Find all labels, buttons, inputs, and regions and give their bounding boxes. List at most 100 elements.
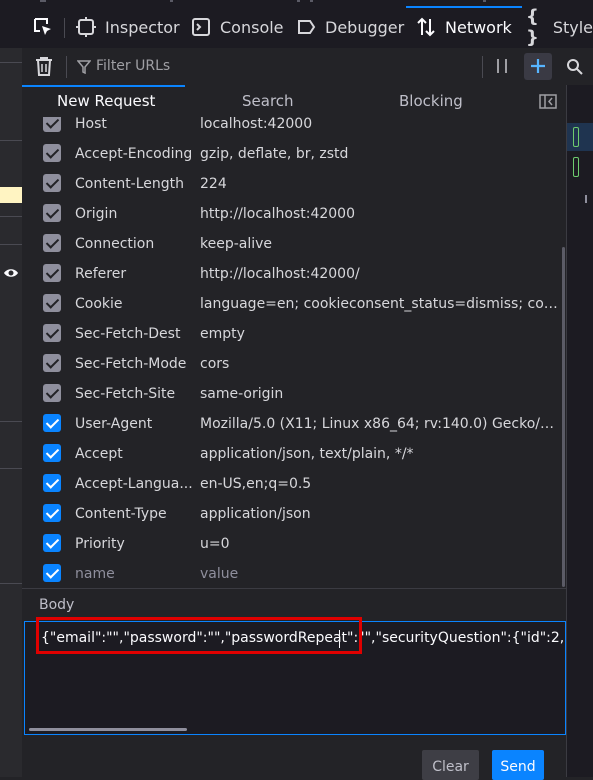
header-name[interactable]: Priority	[75, 529, 193, 559]
header-row: Sec-Fetch-Mode cors	[22, 349, 566, 379]
strip-mark	[40, 0, 46, 2]
header-name[interactable]: User-Agent	[75, 409, 193, 439]
header-name[interactable]: Referer	[75, 259, 193, 289]
header-name[interactable]: Connection	[75, 229, 193, 259]
divider	[0, 216, 22, 217]
header-value[interactable]: Mozilla/5.0 (X11; Linux x86_64; rv:140.0…	[200, 409, 562, 439]
header-value[interactable]: localhost:42000	[200, 117, 562, 139]
header-row: Host localhost:42000	[22, 117, 566, 139]
selected-request-row[interactable]	[567, 123, 593, 151]
header-name[interactable]: Sec-Fetch-Site	[75, 379, 193, 409]
header-name[interactable]: name	[75, 559, 193, 587]
header-row: Accept-Langua... en-US,en;q=0.5	[22, 469, 566, 499]
divider	[0, 583, 22, 584]
tab-label: Inspector	[105, 17, 180, 37]
strip-mark	[310, 0, 313, 2]
element-picker-icon	[34, 18, 51, 35]
search-icon[interactable]	[566, 58, 583, 75]
header-name[interactable]: Accept-Langua...	[75, 469, 193, 499]
request-headers-list: Host localhost:42000 Accept-Encoding gzip, …	[22, 117, 566, 587]
style-editor-icon: { }	[526, 6, 539, 48]
filter-urls-input[interactable]	[96, 52, 486, 80]
header-row: Accept application/json, text/plain, */*	[22, 439, 566, 469]
header-value[interactable]: cors	[200, 349, 562, 379]
header-name[interactable]: Cookie	[75, 289, 193, 319]
header-checkbox[interactable]	[43, 564, 61, 582]
headers-scrollbar[interactable]	[562, 247, 565, 587]
header-value[interactable]: same-origin	[200, 379, 562, 409]
header-checkbox[interactable]	[43, 264, 61, 282]
header-value[interactable]: 224	[200, 169, 562, 199]
tab-new-request[interactable]: New Request	[57, 85, 155, 117]
header-value[interactable]: en-US,en;q=0.5	[200, 469, 562, 499]
tab-inspector[interactable]: Inspector	[76, 6, 180, 48]
divider	[0, 62, 22, 63]
tab-label: Network	[445, 17, 512, 37]
eye-icon[interactable]	[3, 267, 19, 279]
header-name[interactable]: Origin	[75, 199, 193, 229]
header-name[interactable]: Accept	[75, 439, 193, 469]
header-value[interactable]: keep-alive	[200, 229, 562, 259]
header-row: Connection keep-alive	[22, 229, 566, 259]
header-checkbox[interactable]	[43, 414, 61, 432]
tab-style-editor[interactable]: { } Style	[526, 6, 593, 48]
header-value[interactable]: application/json	[200, 499, 562, 529]
header-name[interactable]: Content-Type	[75, 499, 193, 529]
header-value[interactable]: http://localhost:42000/	[200, 259, 562, 289]
header-checkbox[interactable]	[43, 234, 61, 252]
send-button[interactable]: Send	[492, 750, 544, 780]
header-row: Accept-Encoding gzip, deflate, br, zstd	[22, 139, 566, 169]
filter-icon	[77, 60, 91, 74]
header-value[interactable]: value	[200, 559, 562, 587]
header-name[interactable]: Content-Length	[75, 169, 193, 199]
header-checkbox[interactable]	[43, 474, 61, 492]
header-checkbox[interactable]	[43, 384, 61, 402]
header-checkbox[interactable]	[43, 534, 61, 552]
devtools-tab-bar: Inspector Console Debugger Network { } S…	[0, 6, 593, 49]
toolbar-separator	[66, 56, 67, 78]
header-value[interactable]: empty	[200, 319, 562, 349]
tab-network[interactable]: Network	[406, 6, 522, 48]
header-value[interactable]: http://localhost:42000	[200, 199, 562, 229]
header-row: Sec-Fetch-Site same-origin	[22, 379, 566, 409]
element-picker-button[interactable]	[32, 6, 54, 48]
header-checkbox[interactable]	[43, 144, 61, 162]
header-value[interactable]: language=en; cookieconsent_status=dismis…	[200, 289, 562, 319]
header-value[interactable]: u=0	[200, 529, 562, 559]
header-checkbox[interactable]	[43, 444, 61, 462]
debugger-icon	[298, 20, 316, 34]
strip-mark	[483, 0, 486, 2]
header-checkbox[interactable]	[43, 324, 61, 342]
header-checkbox[interactable]	[43, 504, 61, 522]
body-label: Body	[39, 597, 75, 613]
pause-icon[interactable]	[497, 59, 499, 73]
new-request-button[interactable]	[524, 53, 552, 80]
clear-button[interactable]: Clear	[422, 750, 479, 780]
trash-icon[interactable]	[35, 56, 53, 76]
header-checkbox[interactable]	[43, 294, 61, 312]
tab-debugger[interactable]: Debugger	[296, 6, 404, 48]
toolbar-separator	[482, 56, 483, 78]
strip-mark	[170, 0, 173, 2]
header-value[interactable]: application/json, text/plain, */*	[200, 439, 562, 469]
header-name[interactable]: Sec-Fetch-Dest	[75, 319, 193, 349]
body-horizontal-scrollbar[interactable]	[29, 728, 187, 731]
header-checkbox[interactable]	[43, 204, 61, 222]
header-row: name value	[22, 559, 566, 587]
header-checkbox[interactable]	[43, 174, 61, 192]
header-name[interactable]: Host	[75, 117, 193, 139]
header-name[interactable]: Accept-Encoding	[75, 139, 193, 169]
pause-icon	[505, 59, 507, 73]
collapse-panel-icon[interactable]	[539, 94, 557, 109]
tab-search[interactable]: Search	[242, 85, 294, 117]
add-icon	[531, 59, 545, 73]
tab-console[interactable]: Console	[191, 6, 284, 48]
header-name[interactable]: Sec-Fetch-Mode	[75, 349, 193, 379]
annotation-highlight-box	[36, 617, 362, 654]
header-checkbox[interactable]	[43, 354, 61, 372]
header-value[interactable]: gzip, deflate, br, zstd	[200, 139, 562, 169]
header-checkbox[interactable]	[43, 117, 61, 132]
highlight-stripe	[0, 187, 22, 203]
page-content-edge	[0, 48, 22, 777]
tab-blocking[interactable]: Blocking	[399, 85, 463, 117]
